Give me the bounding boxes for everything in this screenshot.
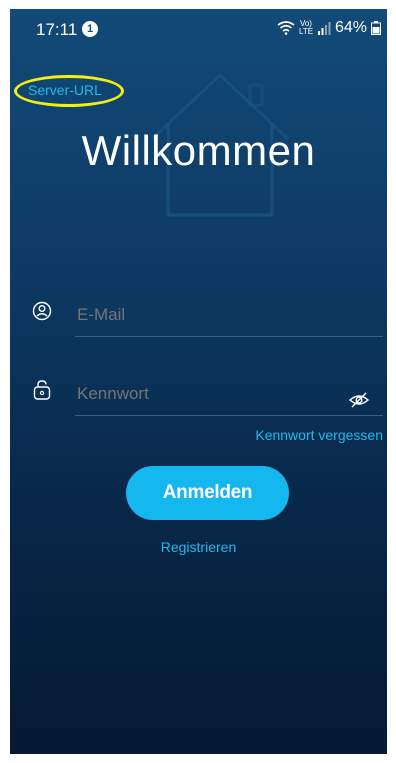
- email-underline: [75, 336, 383, 337]
- status-icons: Vo) LTE 64%: [277, 19, 381, 37]
- wifi-icon: [277, 21, 295, 35]
- status-bar: 17:11 1 Vo) LTE 64%: [10, 9, 387, 49]
- user-icon: [32, 301, 52, 321]
- battery-icon: [371, 21, 381, 35]
- signal-icon: [317, 22, 331, 35]
- email-field[interactable]: [10, 292, 387, 337]
- eye-off-icon[interactable]: [348, 391, 370, 409]
- notification-badge: 1: [82, 21, 98, 37]
- lock-icon: [33, 380, 51, 400]
- register-link[interactable]: Registrieren: [10, 539, 387, 555]
- email-input[interactable]: [75, 304, 387, 326]
- forgot-password-link[interactable]: Kennwort vergessen: [255, 427, 383, 443]
- battery-percent: 64%: [334, 19, 367, 36]
- password-input[interactable]: [75, 383, 387, 405]
- server-url-link[interactable]: Server-URL: [14, 75, 124, 107]
- server-url-label: Server-URL: [28, 82, 102, 98]
- password-underline: [75, 415, 383, 416]
- login-button[interactable]: Anmelden: [126, 466, 289, 520]
- page-title: Willkommen: [81, 127, 316, 174]
- password-field[interactable]: [10, 371, 387, 416]
- lte-icon: Vo) LTE: [298, 19, 314, 36]
- status-time: 17:11: [36, 20, 78, 39]
- app-screen: 17:11 1 Vo) LTE 64% Server-URL Willkomme…: [10, 9, 387, 754]
